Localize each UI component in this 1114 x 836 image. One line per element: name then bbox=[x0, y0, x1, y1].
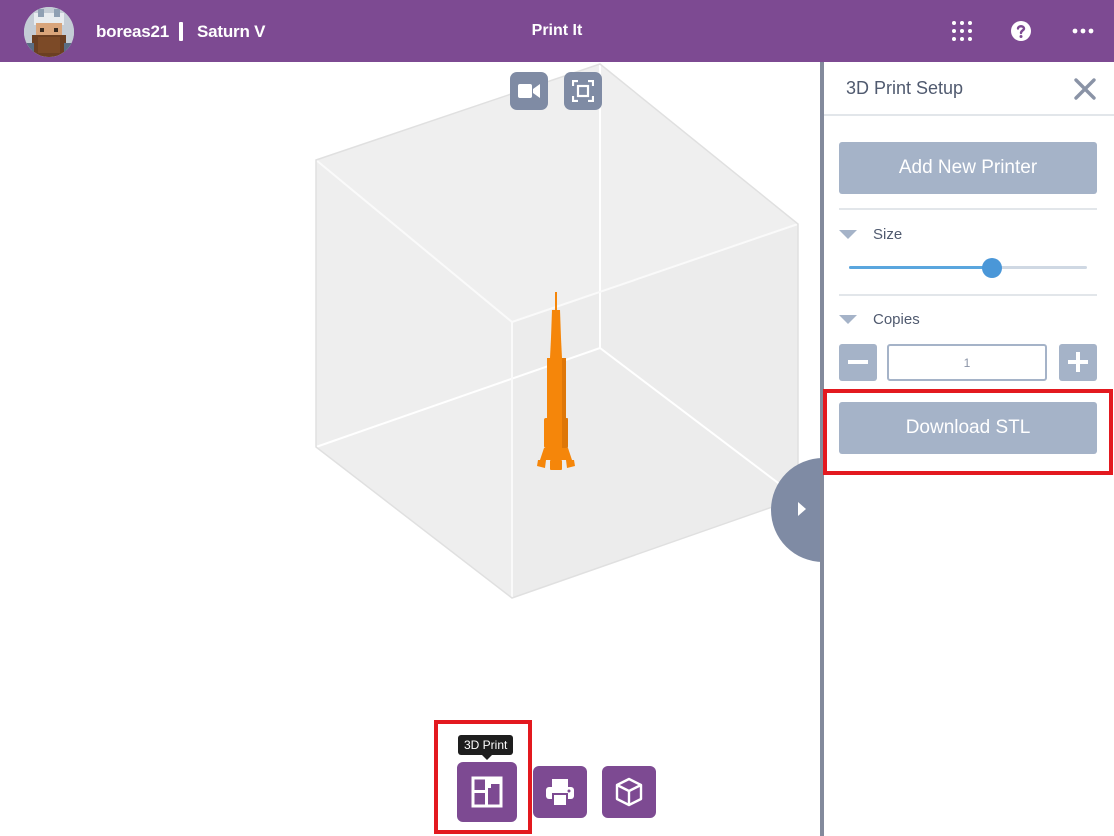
3d-viewport[interactable] bbox=[0, 62, 825, 836]
page-title: Print It bbox=[531, 22, 583, 39]
section-divider bbox=[839, 208, 1097, 210]
copies-label: Copies bbox=[873, 310, 920, 328]
panel-title: 3D Print Setup bbox=[846, 78, 964, 98]
help-icon[interactable] bbox=[1008, 18, 1034, 44]
close-icon[interactable] bbox=[1072, 76, 1098, 102]
tooltip: 3D Print bbox=[458, 735, 514, 760]
3d-print-icon bbox=[471, 776, 503, 808]
copies-input[interactable] bbox=[887, 344, 1047, 381]
camera-view-button[interactable] bbox=[510, 72, 548, 110]
apps-grid-icon[interactable] bbox=[949, 18, 975, 44]
panel-divider bbox=[824, 114, 1114, 116]
chevron-right-icon bbox=[798, 502, 806, 516]
increment-button[interactable] bbox=[1059, 344, 1097, 381]
fit-view-button[interactable] bbox=[564, 72, 602, 110]
cube-icon bbox=[615, 777, 643, 807]
3d-view-button[interactable] bbox=[602, 766, 656, 818]
decrement-button[interactable] bbox=[839, 344, 877, 381]
video-camera-icon bbox=[518, 84, 540, 98]
slider-thumb[interactable] bbox=[981, 258, 1002, 278]
section-divider bbox=[839, 294, 1097, 296]
app-header: boreas21 Saturn V Print It bbox=[0, 0, 1114, 62]
slider-fill bbox=[849, 266, 992, 269]
minus-icon bbox=[848, 360, 868, 364]
size-slider[interactable] bbox=[849, 258, 1087, 278]
3d-print-button[interactable] bbox=[457, 762, 517, 822]
fit-view-icon bbox=[572, 80, 594, 102]
more-icon[interactable] bbox=[1070, 18, 1096, 44]
printer-button[interactable] bbox=[533, 766, 587, 818]
page-title-wrapper: Print It bbox=[0, 22, 1114, 40]
add-printer-button[interactable]: Add New Printer bbox=[839, 142, 1097, 194]
copies-section-header[interactable]: Copies bbox=[839, 309, 920, 329]
size-section-header[interactable]: Size bbox=[839, 224, 902, 244]
size-label: Size bbox=[873, 225, 903, 243]
build-volume bbox=[315, 63, 799, 599]
caret-down-icon bbox=[839, 229, 857, 239]
print-setup-panel: 3D Print Setup Add New Printer Size Copi… bbox=[820, 62, 1114, 836]
plus-icon bbox=[1068, 352, 1088, 372]
printer-icon bbox=[546, 779, 574, 805]
caret-down-icon bbox=[839, 314, 857, 324]
download-stl-button[interactable]: Download STL bbox=[839, 402, 1097, 454]
